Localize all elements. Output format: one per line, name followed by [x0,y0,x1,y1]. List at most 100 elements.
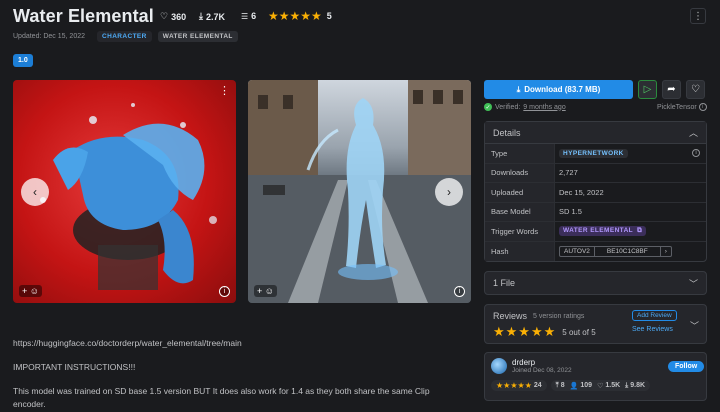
version-tab[interactable]: 1.0 [13,54,33,67]
creator-panel: drderp Joined Dec 08, 2022 Follow ★★★★★ … [484,352,707,401]
download-icon: ⤓ [625,381,629,389]
verified-info: ✓ Verified: 9 months ago [484,103,566,111]
comment-icon: ☰ [241,11,249,21]
info-icon[interactable]: i [454,286,465,297]
chevron-right-icon[interactable]: › [659,246,671,256]
creator-uploads: 8 [560,382,565,389]
creator-name[interactable]: drderp [512,358,572,367]
file-format-label: PickleTensor [657,103,697,111]
heart-icon: ♡ [597,382,604,390]
like-count: 360 [171,11,187,22]
review-stars-icon: ★★★★★ [493,324,557,339]
gallery-prev-button[interactable]: ‹ [21,178,49,206]
info-icon[interactable]: i [692,149,700,158]
detail-row-hash: Hash AUTOV2 BE10C1C8BF › [485,241,706,261]
reviews-panel: Reviews 5 version ratings ★★★★★ 5 out of… [484,304,707,344]
hash-value[interactable]: BE10C1C8BF [593,246,660,256]
trigger-word-text: WATER ELEMENTAL [563,227,633,235]
more-options-button[interactable]: ⋮ [690,8,706,24]
chevron-up-icon: ︿ [688,128,698,138]
detail-row-type: Type HYPERNETWORK i [485,144,706,164]
comment-count: 6 [251,11,257,21]
info-icon[interactable]: i [219,286,230,297]
reviews-title: Reviews [493,311,528,321]
detail-key: Base Model [485,202,555,221]
add-review-button[interactable]: Add Review [632,310,677,321]
creator-downloads: 9.8K [630,382,646,389]
description-link[interactable]: https://huggingface.co/doctorderp/water_… [13,337,242,349]
download-label: Download (83.7 MB) [524,85,601,94]
download-icon: ⤓ [199,11,203,21]
creator-rating-chip: ★★★★★ 24 [491,380,547,391]
gallery-next-button[interactable]: › [435,178,463,206]
details-header[interactable]: Details ︿ [485,122,706,144]
download-icon: ⤓ [516,84,521,94]
detail-key: Uploaded [485,183,555,202]
files-label: 1 File [493,278,516,288]
image-menu-icon[interactable]: ⋮ [219,84,230,97]
avatar[interactable] [491,358,507,374]
creator-favorites: 1.5K [605,382,621,389]
creator-rating: 24 [533,382,542,389]
comment-stat[interactable]: ☰ 6 [241,11,256,21]
description-text-cont: encoder. [13,399,46,409]
model-title: Water Elemental [13,6,154,26]
type-badge[interactable]: HYPERNETWORK [559,148,628,158]
character-badge[interactable]: CHARACTER [97,31,152,42]
upload-icon: ⤒ [555,381,559,389]
chevron-down-icon: ﹀ [688,278,698,289]
detail-key: Trigger Words [485,222,555,241]
user-icon: 👤 [569,382,579,390]
heart-icon: ♡ [160,11,169,21]
rating-count: 5 [326,11,332,21]
dots-vertical-icon: ⋮ [693,10,703,22]
description-heading: IMPORTANT INSTRUCTIONS!!! [13,362,136,372]
react-button[interactable]: + ☺ [19,285,42,297]
updated-date: Updated: Dec 15, 2022 [13,33,85,40]
react-button[interactable]: + ☺ [254,285,277,297]
detail-key: Downloads [485,163,555,182]
copy-icon: ⧉ [637,227,643,235]
download-stat: ⤓ 2.7K [199,11,225,22]
detail-row-base-model: Base Model SD 1.5 [485,202,706,222]
creator-joined: Joined Dec 08, 2022 [512,367,572,374]
tag-badge[interactable]: WATER ELEMENTAL [157,31,238,42]
details-title: Details [493,127,521,138]
detail-row-downloads: Downloads 2,727 [485,163,706,183]
info-icon[interactable]: i [698,103,707,111]
hash-selector[interactable]: AUTOV2 BE10C1C8BF › [559,245,672,257]
creator-followers: 109 [580,382,593,389]
rating-stars-icon: ★★★★★ [268,9,322,23]
detail-value: 2,727 [559,168,578,178]
verified-time-link[interactable]: 9 months ago [523,104,565,111]
detail-row-uploaded: Uploaded Dec 15, 2022 [485,183,706,203]
description-text: This model was trained on SD base 1.5 ve… [13,386,430,396]
share-button[interactable]: ➦ [662,80,681,99]
detail-row-trigger: Trigger Words WATER ELEMENTAL ⧉ [485,222,706,242]
trigger-word-badge[interactable]: WATER ELEMENTAL ⧉ [559,226,647,237]
play-icon: ▷ [643,84,652,95]
download-count: 2.7K [205,11,225,22]
check-icon: ✓ [484,103,492,111]
chevron-down-icon[interactable]: ﹀ [690,319,699,332]
share-icon: ➦ [667,84,676,95]
details-panel: Details ︿ Type HYPERNETWORK i Downloads … [484,121,707,262]
see-reviews-link[interactable]: See Reviews [632,326,673,333]
detail-key: Hash [485,241,555,261]
favorite-button[interactable]: ♡ [686,80,705,99]
detail-value: SD 1.5 [559,207,582,217]
file-format: PickleTensor i [657,103,707,111]
verified-label: Verified: [495,103,521,111]
reviews-count: 5 version ratings [533,312,585,320]
download-button[interactable]: ⤓ Download (83.7 MB) [484,80,633,99]
rating-stat[interactable]: ★★★★★ 5 [268,9,332,23]
heart-icon: ♡ [691,84,700,95]
hash-algo[interactable]: AUTOV2 [560,247,594,256]
run-button[interactable]: ▷ [638,80,657,99]
detail-value: Dec 15, 2022 [559,187,604,197]
creator-uploads-chip: ⤒ 8 👤 109 ♡ 1.5K ⤓ 9.8K [550,380,651,391]
follow-button[interactable]: Follow [668,361,705,372]
meta-row: Updated: Dec 15, 2022 CHARACTER WATER EL… [13,31,238,42]
files-panel[interactable]: 1 File ﹀ [484,271,707,295]
like-stat[interactable]: ♡ 360 [160,11,186,22]
